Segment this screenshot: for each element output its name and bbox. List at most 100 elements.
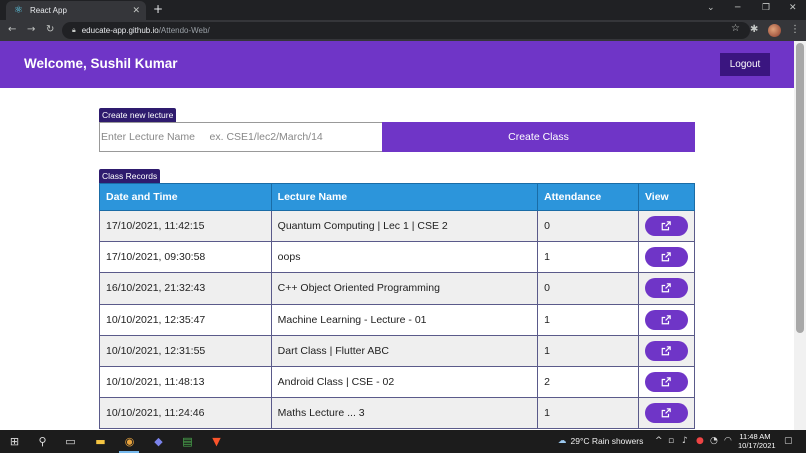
new-tab-button[interactable]: + (153, 2, 163, 16)
external-link-icon (662, 252, 672, 262)
table-row: 17/10/2021, 09:30:58 oops 1 (99, 241, 696, 274)
table-header-row: Date and Time Lecture Name Attendance Vi… (99, 183, 696, 211)
attendance-cell: 1 (537, 241, 639, 274)
view-cell (637, 334, 696, 367)
tab-title: React App (30, 6, 67, 15)
tray-red-icon[interactable]: ● (696, 436, 704, 446)
tray-app-icon[interactable]: ▫ (668, 436, 674, 446)
extensions-icon[interactable]: ✱ (750, 24, 758, 35)
url-host: educate-app.github.io (81, 26, 159, 35)
task-view-icon[interactable]: ▭ (63, 434, 78, 449)
teams-icon[interactable]: ◆ (151, 434, 166, 449)
browser-tab-strip: ⚛ React App ✕ + ⌄ ─ ❐ ✕ (0, 0, 806, 20)
app-header: Welcome, Sushil Kumar Logout (0, 41, 794, 88)
view-record-button[interactable] (644, 216, 688, 237)
bookmark-star-icon[interactable]: ☆ (731, 23, 740, 34)
lock-icon: 🔒︎ (72, 26, 76, 34)
taskbar-clock[interactable]: 11:48 AM 10/17/2021 (738, 432, 776, 450)
logout-button[interactable]: Logout (720, 53, 770, 76)
browser-toolbar: ← → ↻ 🔒︎ educate-app.github.io /Attendo-… (0, 20, 806, 41)
weather-text: 29°C Rain showers (570, 436, 644, 446)
table-row: 16/10/2021, 21:32:43 C++ Object Oriented … (99, 272, 696, 305)
weather-widget[interactable]: ☁ 29°C Rain showers (558, 436, 643, 446)
web-page: Welcome, Sushil Kumar Logout Create new … (0, 41, 794, 430)
external-link-icon (662, 346, 672, 356)
view-cell (637, 303, 696, 336)
url-path: /Attendo-Web/ (158, 26, 210, 35)
attendance-cell: 2 (537, 365, 639, 399)
welcome-text: Welcome, Sushil Kumar (24, 56, 178, 71)
react-logo-icon: ⚛ (14, 4, 23, 16)
windows-start-icon[interactable]: ⊞ (7, 434, 22, 449)
class-records-table: Date and Time Lecture Name Attendance Vi… (99, 183, 696, 430)
datetime-cell: 10/10/2021, 11:48:13 (99, 365, 272, 399)
table-row: 17/10/2021, 11:42:15 Quantum Computing | … (99, 209, 696, 243)
create-lecture-tag: Create new lecture (99, 108, 177, 122)
datetime-cell: 17/10/2021, 11:42:15 (99, 209, 272, 243)
clock-date: 10/17/2021 (738, 441, 776, 450)
lecture-name-input[interactable] (99, 122, 382, 152)
network-icon[interactable]: ◔ (710, 436, 718, 446)
external-link-icon (662, 221, 672, 231)
lecture-name-cell: Dart Class | Flutter ABC (270, 334, 539, 367)
datetime-cell: 10/10/2021, 11:24:46 (99, 397, 272, 430)
view-cell (637, 365, 696, 399)
search-icon[interactable]: ⚲ (35, 434, 50, 449)
view-record-button[interactable] (644, 278, 688, 299)
column-header-view: View (637, 183, 696, 211)
wifi-icon[interactable]: ◠ (724, 436, 732, 446)
forward-icon[interactable]: → (27, 24, 35, 35)
column-header-date: Date and Time (99, 183, 272, 211)
view-record-button[interactable] (644, 372, 688, 393)
table-row: 10/10/2021, 11:48:13 Android Class | CSE … (99, 365, 696, 399)
reload-icon[interactable]: ↻ (46, 24, 54, 35)
column-header-attendance: Attendance (537, 183, 639, 211)
browser-tab[interactable]: ⚛ React App ✕ (6, 1, 146, 20)
class-records-tag: Class Records (99, 169, 161, 183)
lecture-name-cell: Maths Lecture ... 3 (270, 397, 539, 430)
datetime-cell: 16/10/2021, 21:32:43 (99, 272, 272, 305)
datetime-cell: 10/10/2021, 12:35:47 (99, 303, 272, 336)
notifications-icon[interactable]: ▢ (784, 436, 793, 446)
view-cell (637, 241, 696, 274)
external-link-icon (662, 408, 672, 418)
scrollbar-thumb[interactable] (796, 43, 804, 333)
back-icon[interactable]: ← (8, 24, 16, 35)
volume-icon[interactable]: ♪ (682, 436, 688, 446)
page-scrollbar[interactable] (794, 41, 806, 430)
column-header-lecture: Lecture Name (270, 183, 539, 211)
view-record-button[interactable] (644, 403, 688, 424)
lecture-name-cell: Android Class | CSE - 02 (270, 365, 539, 399)
cloud-rain-icon: ☁ (558, 436, 567, 446)
close-tab-icon[interactable]: ✕ (132, 6, 140, 16)
attendance-cell: 0 (537, 272, 639, 305)
create-class-button[interactable]: Create Class (382, 122, 695, 152)
lecture-name-cell: Quantum Computing | Lec 1 | CSE 2 (270, 209, 539, 243)
minimize-icon[interactable]: ─ (735, 3, 740, 13)
table-row: 10/10/2021, 12:35:47 Machine Learning - L… (99, 303, 696, 336)
table-row: 10/10/2021, 12:31:55 Dart Class | Flutter… (99, 334, 696, 367)
view-record-button[interactable] (644, 340, 688, 361)
file-explorer-icon[interactable]: ▬ (93, 434, 108, 449)
tab-search-icon[interactable]: ⌄ (707, 3, 715, 13)
attendance-cell: 1 (537, 397, 639, 430)
external-link-icon (662, 314, 672, 324)
notepad-icon[interactable]: ▤ (180, 434, 195, 449)
address-bar[interactable]: 🔒︎ educate-app.github.io /Attendo-Web/ ☆ (62, 22, 750, 39)
view-record-button[interactable] (644, 309, 688, 330)
view-cell (637, 209, 696, 243)
clock-time: 11:48 AM (739, 432, 771, 441)
menu-kebab-icon[interactable]: ⋮ (790, 24, 800, 35)
datetime-cell: 10/10/2021, 12:31:55 (99, 334, 272, 367)
chrome-icon[interactable]: ◉ (122, 434, 137, 449)
lecture-name-cell: oops (270, 241, 539, 274)
view-cell (637, 397, 696, 430)
restore-icon[interactable]: ❐ (762, 3, 770, 13)
tray-chevron-icon[interactable]: ^ (655, 436, 663, 446)
close-window-icon[interactable]: ✕ (789, 3, 797, 13)
profile-avatar[interactable] (768, 24, 781, 37)
view-record-button[interactable] (644, 247, 688, 268)
external-link-icon (662, 283, 672, 293)
brave-icon[interactable]: ▼ (209, 434, 224, 449)
lecture-name-cell: C++ Object Oriented Programming (270, 272, 539, 305)
